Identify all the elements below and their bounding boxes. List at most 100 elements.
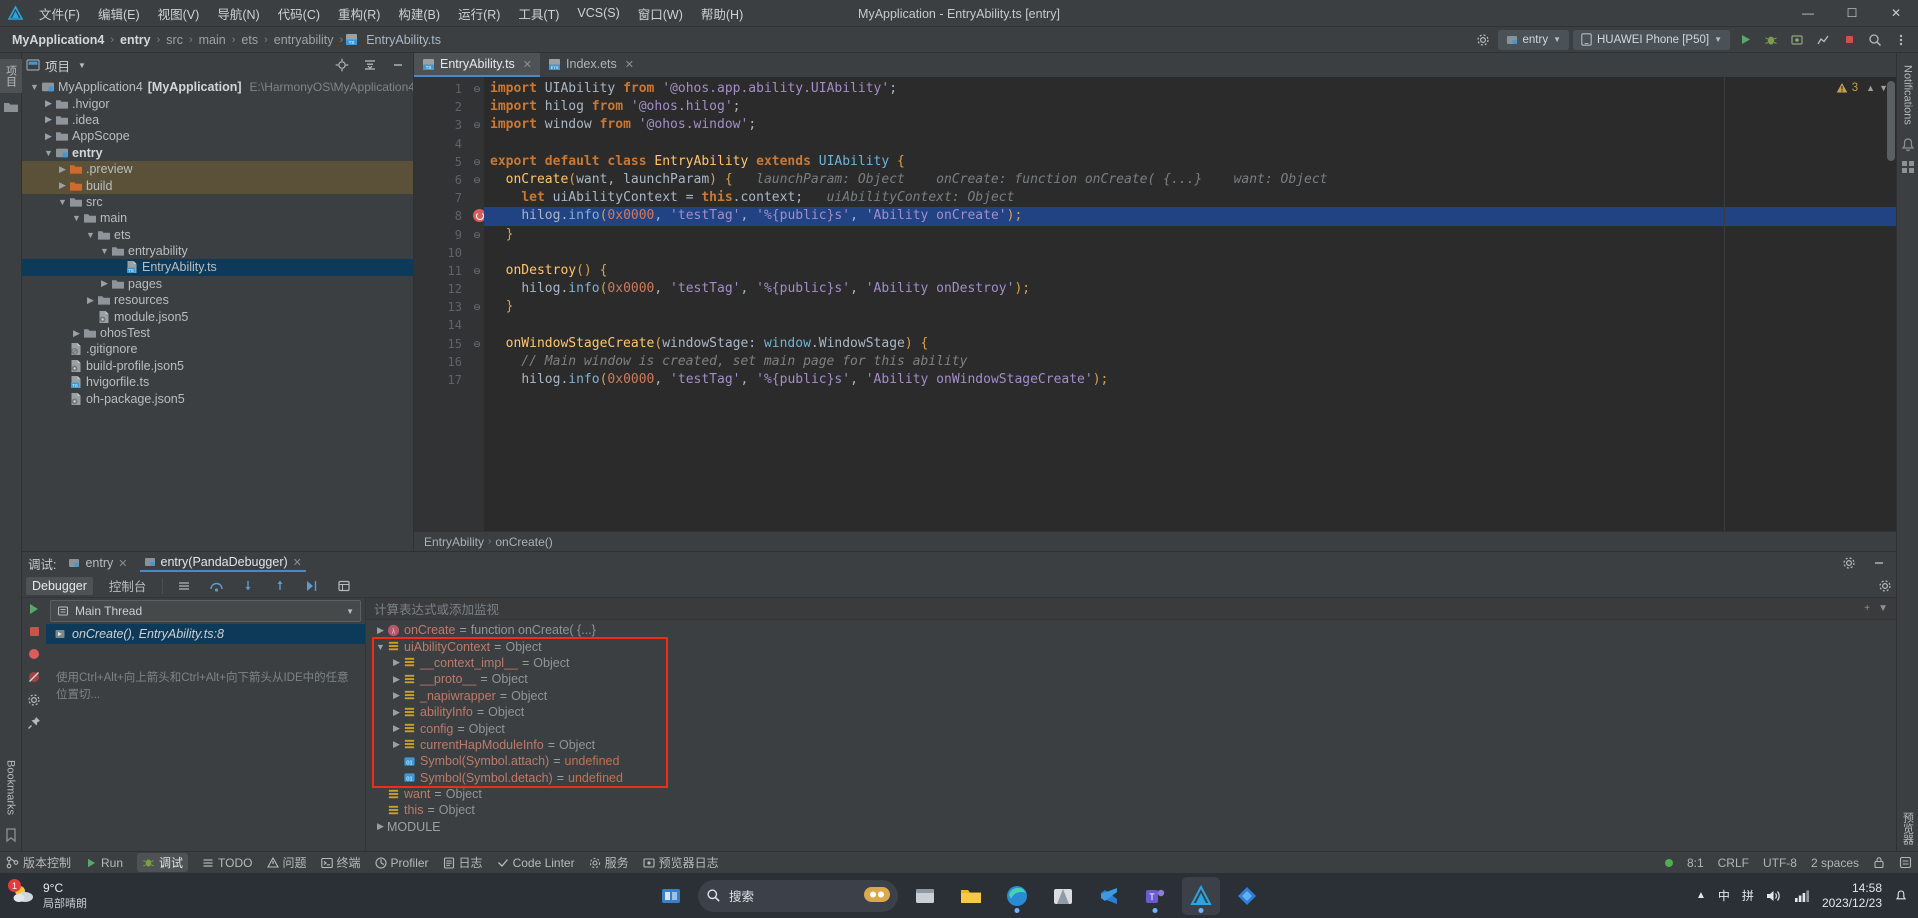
chevron-right-icon[interactable]: ▶ (84, 295, 97, 306)
indent-setting[interactable]: 2 spaces (1811, 856, 1859, 870)
line-number[interactable]: 7 (414, 189, 470, 207)
chevron-right-icon[interactable]: ▶ (56, 180, 69, 191)
tool-window-tab-project[interactable]: 项目 (0, 59, 22, 93)
code-line[interactable]: onWindowStageCreate(windowStage: window.… (484, 335, 1896, 353)
project-tree-item[interactable]: TS hvigorfile.ts (22, 374, 413, 390)
editor-tab-strip[interactable]: TS EntryAbility.ts ✕ ETS Index.ets ✕ (414, 53, 1896, 77)
code-line[interactable]: export default class EntryAbility extend… (484, 153, 1896, 171)
variable-row[interactable]: ▶ __context_impl__ = Object (366, 655, 1896, 671)
more-options-icon[interactable] (1890, 30, 1912, 50)
stop-icon[interactable] (1838, 30, 1860, 50)
variable-row[interactable]: ▶ abilityInfo = Object (366, 704, 1896, 720)
variables-tree[interactable]: ▶ λ onCreate = function onCreate( {...} ▼ uiAb… (366, 620, 1896, 851)
line-number[interactable]: 3 (414, 116, 470, 134)
chevron-down-icon[interactable]: ▼ (78, 61, 86, 70)
line-number[interactable]: 11 (414, 262, 470, 280)
step-out-icon[interactable] (269, 576, 291, 596)
debug-session-tab-entry[interactable]: entry ✕ (64, 555, 131, 571)
fold-marker-icon[interactable]: ⊖ (470, 298, 484, 316)
fold-marker-icon[interactable]: ⊖ (470, 171, 484, 189)
chevron-down-icon[interactable]: ▼ (84, 230, 97, 240)
fold-marker-icon[interactable]: ⊖ (470, 335, 484, 353)
chevron-up-icon[interactable]: ▲ (1866, 83, 1875, 93)
close-icon[interactable]: ✕ (523, 58, 532, 71)
chevron-down-icon[interactable]: ▼ (70, 213, 83, 223)
fold-marker-icon[interactable]: ⊖ (470, 153, 484, 171)
file-explorer-icon[interactable] (906, 877, 944, 915)
breadcrumb-entry[interactable]: entry (116, 33, 155, 47)
store-icon[interactable] (1044, 877, 1082, 915)
breadcrumb-main[interactable]: main (195, 33, 230, 47)
bookmark-icon[interactable] (3, 827, 19, 843)
chevron-down-icon[interactable]: ▼ (374, 642, 387, 652)
stack-frame-row[interactable]: onCreate(), EntryAbility.ts:8 (46, 624, 365, 644)
project-tree-item[interactable]: ▶ build (22, 177, 413, 194)
edge-icon[interactable] (998, 877, 1036, 915)
step-into-icon[interactable] (237, 576, 259, 596)
code-line[interactable] (484, 316, 1896, 334)
resume-icon[interactable] (27, 602, 41, 616)
breadcrumb-entryability[interactable]: entryability (270, 33, 338, 47)
code-content[interactable]: import UIAbility from '@ohos.app.ability… (484, 77, 1896, 531)
debug-session-tab-panda[interactable]: entry(PandaDebugger) ✕ (139, 554, 306, 572)
variable-row[interactable]: ▶ λ onCreate = function onCreate( {...} (366, 622, 1896, 638)
status-button-services[interactable]: 服务 (589, 854, 629, 871)
search-icon[interactable] (1864, 30, 1886, 50)
code-line[interactable]: import UIAbility from '@ohos.app.ability… (484, 80, 1896, 98)
vscode-icon[interactable] (1090, 877, 1128, 915)
chevron-down-icon[interactable]: ▼ (1879, 83, 1888, 93)
code-editor[interactable]: 1 2 3 4 5 6 7 8 9 10 11 12 13 14 15 16 17 ⊖ ⊖ ⊖ ⊖ ⊖ ⊖ ⊖ ⊖ impor… (414, 77, 1896, 531)
event-log-icon[interactable] (1899, 856, 1912, 869)
bell-icon[interactable] (1900, 137, 1916, 153)
debug-icon[interactable] (1760, 30, 1782, 50)
project-tree-item[interactable]: ▶ .preview (22, 160, 413, 178)
code-line[interactable]: hilog.info(0x0000, 'testTag', '%{public}… (484, 207, 1896, 226)
status-button-run[interactable]: Run (85, 856, 123, 870)
line-number-gutter[interactable]: 1 2 3 4 5 6 7 8 9 10 11 12 13 14 15 16 17 (414, 77, 486, 531)
chevron-down-icon[interactable]: ▼ (346, 607, 354, 616)
menu-window[interactable]: 窗口(W) (629, 0, 692, 27)
status-button-terminal[interactable]: 终端 (320, 854, 361, 871)
code-line[interactable]: } (484, 226, 1896, 244)
project-tree-item[interactable]: oh-package.json5 (22, 390, 413, 406)
editor-tab-index[interactable]: ETS Index.ets ✕ (540, 53, 642, 77)
line-number[interactable]: 16 (414, 353, 470, 371)
variable-row[interactable]: ▼ uiAbilityContext = Object (366, 638, 1896, 654)
status-button-profiler[interactable]: Profiler (374, 856, 429, 870)
line-separator[interactable]: CRLF (1718, 856, 1749, 870)
folder-icon[interactable] (952, 877, 990, 915)
breadcrumb-project[interactable]: MyApplication4 (8, 33, 108, 47)
file-encoding[interactable]: UTF-8 (1763, 856, 1797, 870)
menu-build[interactable]: 构建(B) (389, 0, 449, 27)
project-tree-item[interactable]: ▶ resources (22, 292, 413, 308)
project-panel-title[interactable]: 项目 ▼ (26, 56, 86, 75)
settings-icon[interactable] (1472, 30, 1494, 50)
project-tree[interactable]: ▼ MyApplication4 [MyApplication] E:\Harmony… (22, 77, 413, 551)
volume-icon[interactable] (1766, 889, 1782, 903)
variable-row[interactable]: want = Object (366, 786, 1896, 802)
chevron-down-icon[interactable]: ▼ (42, 148, 55, 158)
chevron-down-icon[interactable]: ▼ (28, 82, 41, 92)
project-tree-item[interactable]: ▼ ets (22, 227, 413, 243)
settings-icon[interactable] (1874, 576, 1896, 596)
code-line[interactable]: // Main window is created, set main page… (484, 353, 1896, 371)
clock[interactable]: 14:58 2023/12/23 (1822, 881, 1882, 911)
tool-window-tab-bookmarks[interactable]: Bookmarks (2, 754, 20, 821)
fold-marker-icon[interactable]: ⊖ (470, 262, 484, 280)
status-button-todo[interactable]: TODO (202, 856, 253, 870)
ime-mode-indicator[interactable]: 拼 (1742, 887, 1754, 904)
menu-edit[interactable]: 编辑(E) (89, 0, 149, 27)
line-number[interactable]: 13 (414, 298, 470, 316)
ime-indicator[interactable]: 中 (1718, 887, 1730, 904)
project-tree-item[interactable]: ▶ pages (22, 276, 413, 292)
line-number[interactable]: 17 (414, 371, 470, 389)
variable-row[interactable]: this = Object (366, 802, 1896, 818)
hide-debug-panel-icon[interactable] (1868, 553, 1890, 573)
minimize-button[interactable]: — (1786, 0, 1830, 27)
line-number[interactable]: 8 (414, 207, 486, 225)
run-to-cursor-icon[interactable] (301, 576, 323, 596)
code-line[interactable]: let uiAbilityContext = this.context; uiA… (484, 189, 1896, 207)
chevron-right-icon[interactable]: ▶ (374, 625, 387, 636)
profiler-icon[interactable] (1812, 30, 1834, 50)
menu-help[interactable]: 帮助(H) (692, 0, 752, 27)
